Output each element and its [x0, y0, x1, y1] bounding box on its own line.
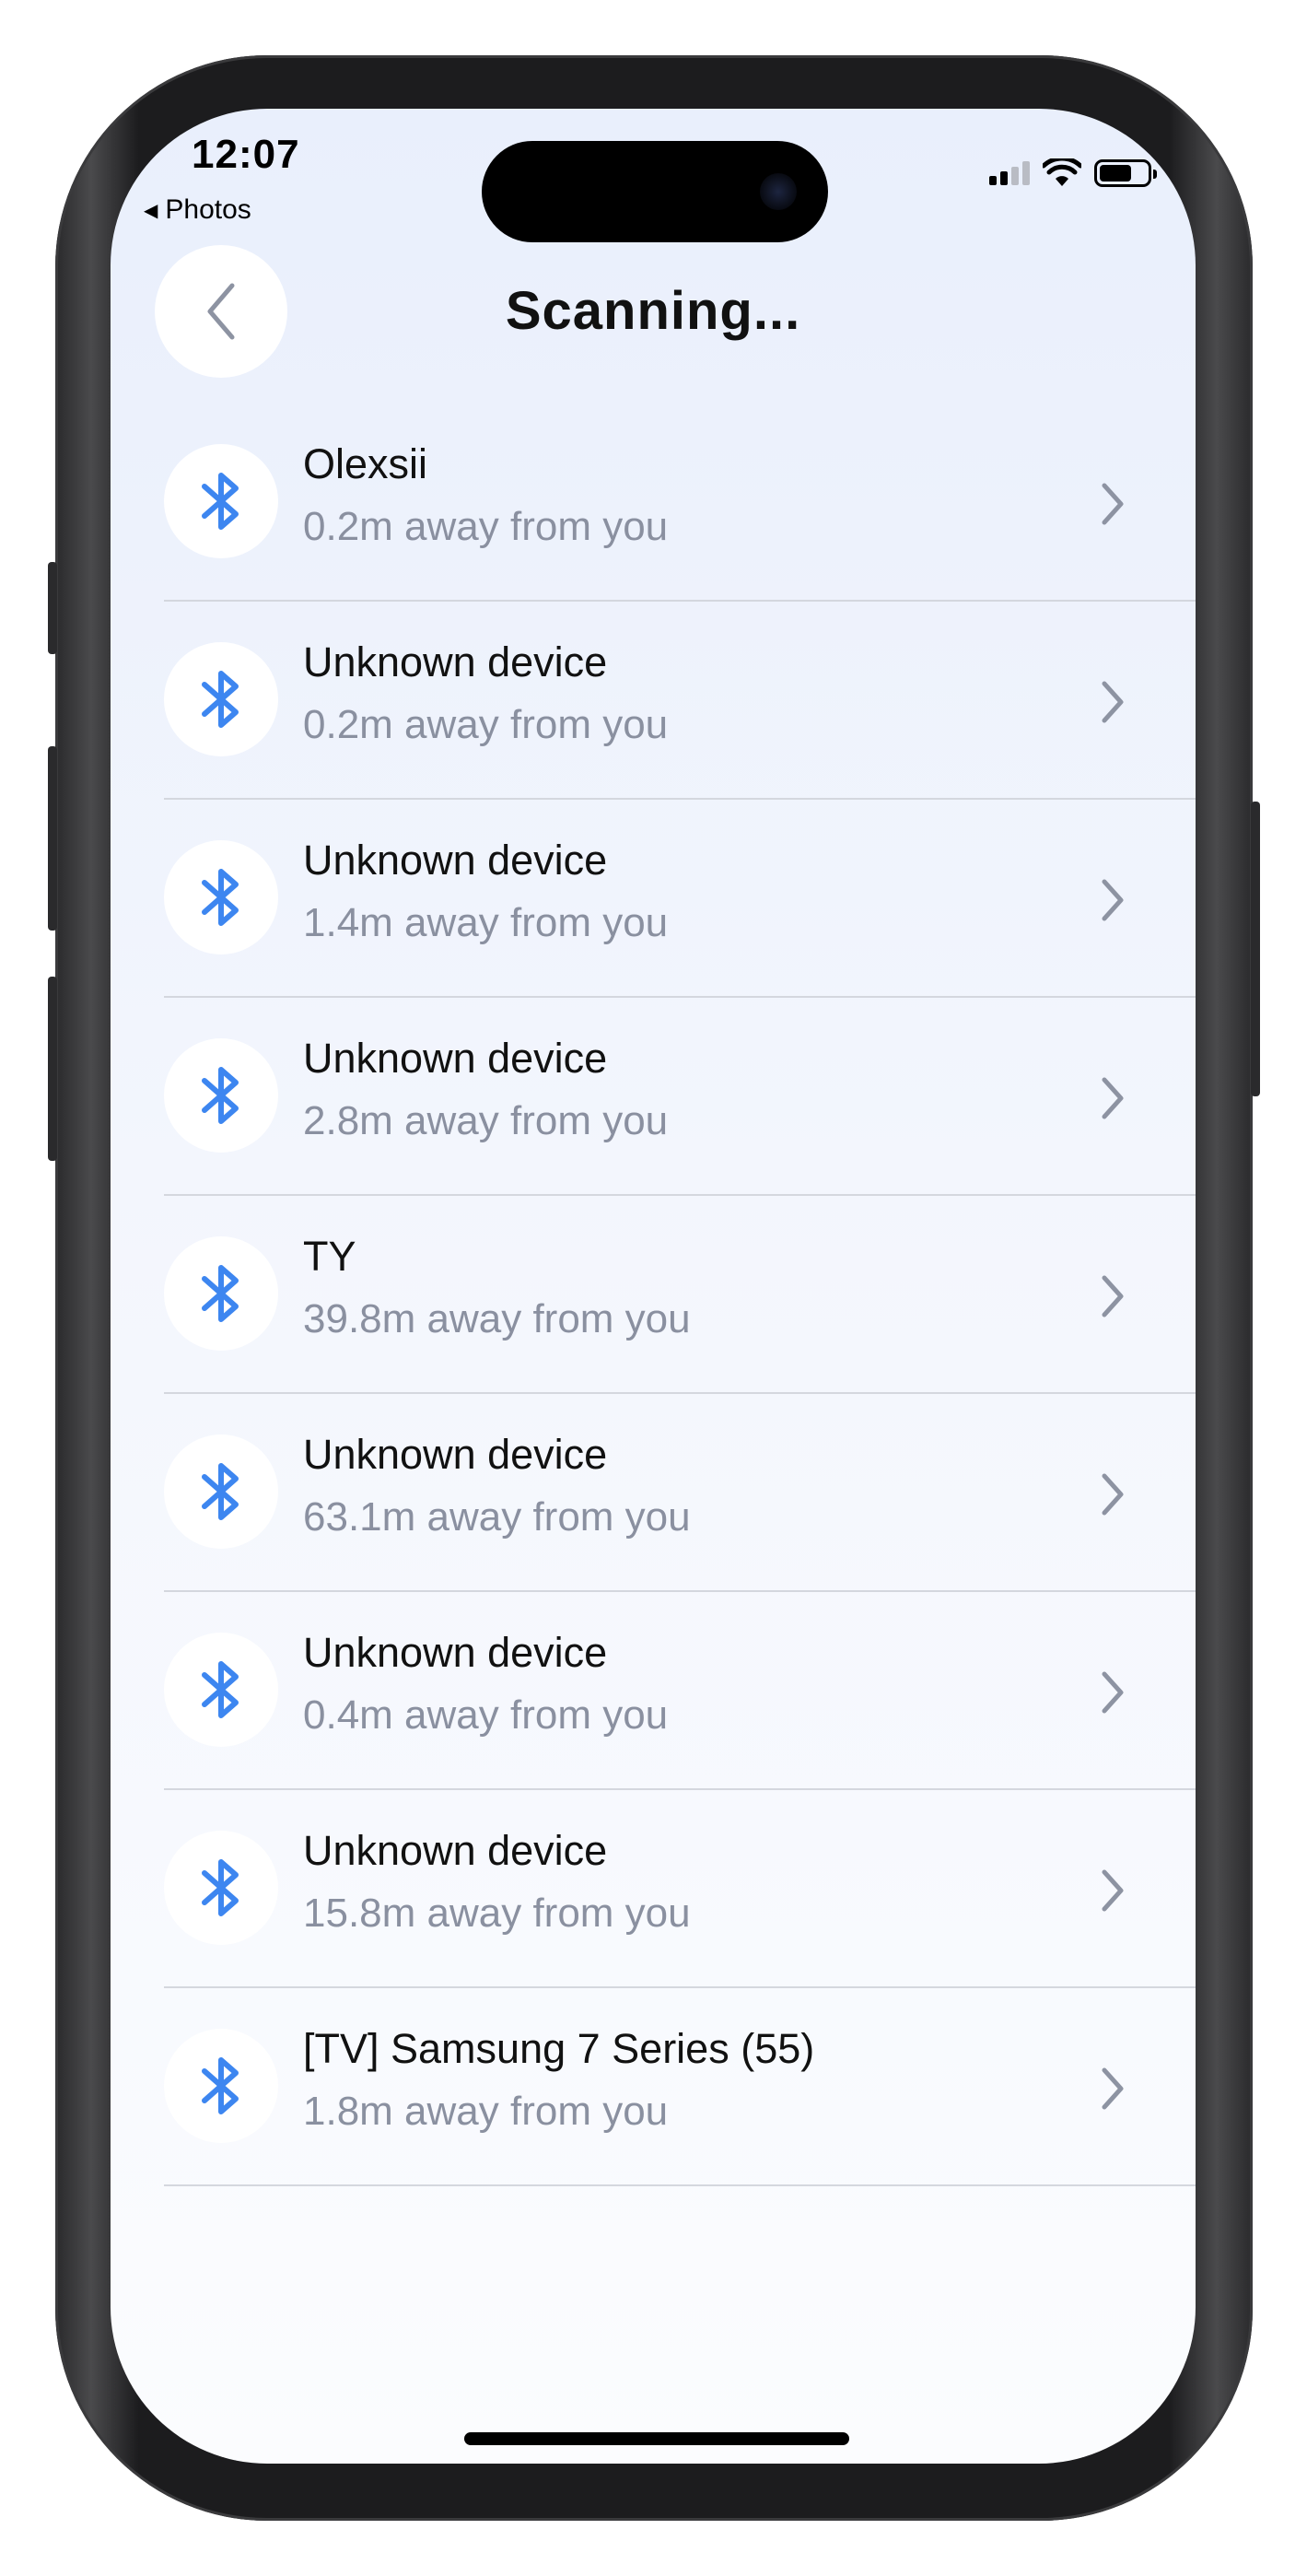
- bluetooth-icon: [202, 671, 239, 728]
- battery-icon: [1094, 159, 1157, 187]
- chevron-right-icon: [1094, 1273, 1131, 1319]
- device-list-item[interactable]: Unknown device 0.4m away from you: [164, 1592, 1196, 1790]
- device-distance: 0.2m away from you: [303, 504, 669, 549]
- status-icons: [989, 158, 1157, 188]
- back-triangle-icon: ◀: [144, 200, 158, 221]
- device-list-item[interactable]: Unknown device 1.4m away from you: [164, 800, 1196, 998]
- home-indicator[interactable]: [464, 2432, 849, 2445]
- bluetooth-icon: [202, 2057, 239, 2114]
- chevron-right-icon: [1094, 877, 1131, 923]
- device-distance: 15.8m away from you: [303, 1891, 691, 1936]
- chevron-right-icon: [1094, 1669, 1131, 1715]
- device-distance: 39.8m away from you: [303, 1296, 691, 1341]
- app-screen: 12:07 ◀ Photos Scanning... Olexsii 0.2m …: [111, 109, 1196, 2464]
- bluetooth-icon: [202, 1067, 239, 1124]
- dynamic-island: [482, 141, 828, 242]
- device-distance: 63.1m away from you: [303, 1494, 691, 1540]
- status-time: 12:07: [192, 132, 300, 177]
- device-list-item[interactable]: TY 39.8m away from you: [164, 1196, 1196, 1394]
- bluetooth-icon: [202, 869, 239, 926]
- bluetooth-badge: [164, 1633, 278, 1747]
- power-button: [1251, 802, 1260, 1096]
- device-name: Unknown device: [303, 1035, 608, 1082]
- page-title: Scanning...: [505, 281, 801, 341]
- device-list-item[interactable]: Unknown device 0.2m away from you: [164, 602, 1196, 800]
- device-list: Olexsii 0.2m away from you Unknown devic…: [164, 404, 1196, 2186]
- back-to-app-label: Photos: [165, 194, 251, 225]
- bluetooth-badge: [164, 642, 278, 756]
- volume-down-button: [48, 977, 57, 1161]
- chevron-right-icon: [1094, 2066, 1131, 2112]
- chevron-right-icon: [1094, 679, 1131, 725]
- device-distance: 0.2m away from you: [303, 702, 669, 747]
- bluetooth-badge: [164, 444, 278, 558]
- device-distance: 2.8m away from you: [303, 1098, 669, 1143]
- device-distance: 0.4m away from you: [303, 1692, 669, 1738]
- chevron-right-icon: [1094, 1471, 1131, 1517]
- bluetooth-badge: [164, 840, 278, 954]
- device-distance: 1.4m away from you: [303, 900, 669, 945]
- bluetooth-icon: [202, 1265, 239, 1322]
- device-list-item[interactable]: Unknown device 63.1m away from you: [164, 1394, 1196, 1592]
- bluetooth-badge: [164, 1831, 278, 1945]
- chevron-right-icon: [1094, 1075, 1131, 1121]
- device-list-item[interactable]: [TV] Samsung 7 Series (55) 1.8m away fro…: [164, 1988, 1196, 2186]
- chevron-right-icon: [1094, 481, 1131, 527]
- volume-up-button: [48, 746, 57, 931]
- bluetooth-badge: [164, 2029, 278, 2143]
- device-distance: 1.8m away from you: [303, 2089, 669, 2134]
- bluetooth-icon: [202, 1859, 239, 1916]
- action-button: [48, 562, 57, 654]
- device-list-item[interactable]: Olexsii 0.2m away from you: [164, 404, 1196, 602]
- bluetooth-icon: [202, 1463, 239, 1520]
- device-list-item[interactable]: Unknown device 2.8m away from you: [164, 998, 1196, 1196]
- device-name: Unknown device: [303, 638, 608, 685]
- cellular-signal-icon: [989, 161, 1030, 185]
- device-name: Unknown device: [303, 1827, 608, 1874]
- device-name: [TV] Samsung 7 Series (55): [303, 2025, 815, 2072]
- wifi-icon: [1043, 158, 1081, 186]
- back-to-app-link[interactable]: ◀ Photos: [144, 194, 251, 226]
- device-list-item[interactable]: Unknown device 15.8m away from you: [164, 1790, 1196, 1988]
- device-name: Olexsii: [303, 440, 428, 487]
- device-name: Unknown device: [303, 837, 608, 884]
- device-name: Unknown device: [303, 1431, 608, 1478]
- bluetooth-icon: [202, 1661, 239, 1718]
- front-camera: [760, 173, 797, 210]
- chevron-right-icon: [1094, 1868, 1131, 1914]
- bluetooth-badge: [164, 1038, 278, 1153]
- bluetooth-badge: [164, 1434, 278, 1549]
- bluetooth-badge: [164, 1236, 278, 1351]
- bluetooth-icon: [202, 473, 239, 530]
- device-name: TY: [303, 1233, 356, 1280]
- device-name: Unknown device: [303, 1629, 608, 1676]
